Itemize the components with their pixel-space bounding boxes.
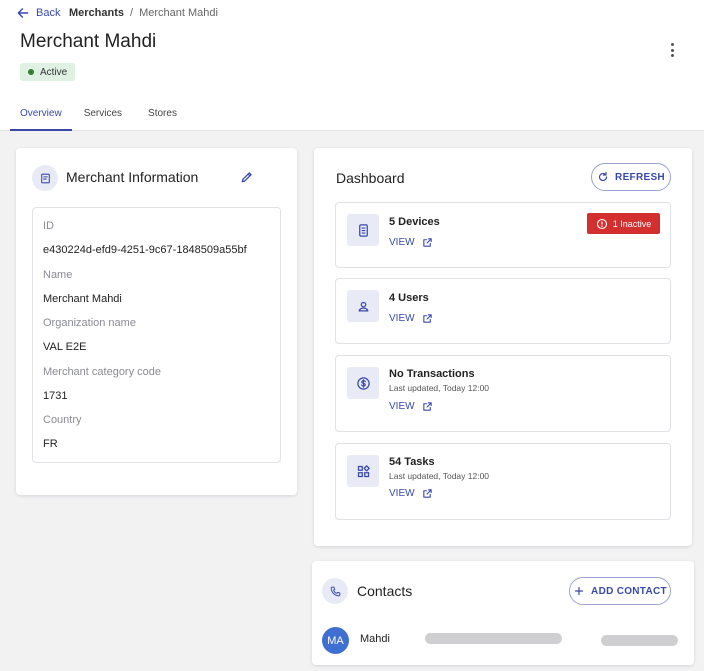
redacted-email bbox=[425, 633, 562, 644]
field-label-id: ID bbox=[43, 220, 54, 232]
status-badge: Active bbox=[20, 63, 76, 81]
field-value-name: Merchant Mahdi bbox=[43, 292, 122, 305]
tasks-item: 54 Tasks Last updated, Today 12:00 VIEW bbox=[335, 443, 671, 520]
tab-stores[interactable]: Stores bbox=[138, 98, 187, 131]
devices-count: 5 Devices bbox=[389, 216, 440, 228]
field-value-category-code: 1731 bbox=[43, 389, 68, 402]
arrow-left-icon bbox=[17, 8, 29, 18]
contacts-card: Contacts ADD CONTACT MA Mahdi bbox=[312, 561, 694, 665]
refresh-label: REFRESH bbox=[615, 171, 665, 183]
merchant-fields: ID e430224d-efd9-4251-9c67-1848509a55bf … bbox=[32, 207, 281, 463]
phone-icon bbox=[322, 578, 348, 604]
inactive-badge: 1 Inactive bbox=[587, 213, 660, 234]
users-item: 4 Users VIEW bbox=[335, 278, 671, 344]
edit-pencil-icon[interactable] bbox=[240, 170, 254, 184]
add-contact-button[interactable]: ADD CONTACT bbox=[569, 577, 671, 605]
contact-name: Mahdi bbox=[360, 633, 390, 645]
field-value-organization: VAL E2E bbox=[43, 341, 87, 353]
add-contact-label: ADD CONTACT bbox=[591, 585, 667, 597]
tasks-icon bbox=[347, 455, 379, 487]
dollar-icon bbox=[347, 367, 379, 399]
tab-overview[interactable]: Overview bbox=[10, 98, 72, 131]
avatar: MA bbox=[322, 627, 349, 654]
dashboard-card: Dashboard REFRESH 5 Devices VIEW 1 Inact… bbox=[314, 148, 692, 546]
external-link-icon bbox=[422, 314, 432, 323]
field-value-id: e430224d-efd9-4251-9c67-1848509a55bf bbox=[43, 244, 247, 256]
user-icon bbox=[347, 290, 379, 322]
device-icon bbox=[347, 214, 379, 246]
breadcrumb-separator: / bbox=[130, 7, 134, 19]
plus-icon bbox=[574, 586, 584, 596]
redacted-phone bbox=[601, 635, 678, 646]
transactions-updated: Last updated, Today 12:00 bbox=[389, 383, 490, 393]
users-count: 4 Users bbox=[389, 292, 429, 304]
field-label-country: Country bbox=[43, 414, 82, 426]
more-options-icon[interactable] bbox=[664, 42, 680, 58]
tab-services[interactable]: Services bbox=[74, 98, 132, 131]
inactive-label: 1 Inactive bbox=[612, 218, 652, 229]
transactions-status: No Transactions bbox=[389, 368, 475, 380]
alert-circle-icon bbox=[596, 218, 607, 229]
field-label-category-code: Merchant category code bbox=[43, 365, 162, 378]
view-label: VIEW bbox=[389, 401, 415, 412]
merchant-information-card: Merchant Information ID e430224d-efd9-42… bbox=[16, 148, 297, 495]
document-icon bbox=[32, 165, 58, 191]
breadcrumb: Merchants / Merchant Mahdi bbox=[69, 7, 218, 19]
transactions-item: No Transactions Last updated, Today 12:0… bbox=[335, 355, 671, 432]
transactions-view-link[interactable]: VIEW bbox=[389, 401, 433, 412]
field-label-organization: Organization name bbox=[43, 317, 136, 329]
external-link-icon bbox=[422, 402, 432, 411]
view-label: VIEW bbox=[389, 488, 415, 499]
refresh-icon bbox=[599, 171, 608, 182]
users-view-link[interactable]: VIEW bbox=[389, 313, 433, 324]
contacts-title: Contacts bbox=[357, 583, 413, 599]
devices-item: 5 Devices VIEW 1 Inactive bbox=[335, 202, 671, 268]
tasks-view-link[interactable]: VIEW bbox=[389, 488, 433, 499]
refresh-button[interactable]: REFRESH bbox=[591, 163, 671, 191]
external-link-icon bbox=[422, 489, 432, 498]
breadcrumb-merchants[interactable]: Merchants bbox=[69, 7, 124, 19]
dashboard-title: Dashboard bbox=[336, 170, 405, 186]
merchant-information-title: Merchant Information bbox=[66, 169, 199, 185]
page-title: Merchant Mahdi bbox=[20, 31, 157, 52]
field-label-name: Name bbox=[43, 268, 73, 281]
tasks-count: 54 Tasks bbox=[389, 456, 435, 468]
field-value-country: FR bbox=[43, 438, 58, 450]
status-label: Active bbox=[40, 66, 68, 78]
back-button[interactable]: Back bbox=[16, 6, 60, 20]
breadcrumb-current: Merchant Mahdi bbox=[139, 7, 218, 19]
external-link-icon bbox=[422, 238, 432, 247]
tab-bar: Overview Services Stores bbox=[10, 98, 187, 131]
status-dot-icon bbox=[28, 69, 34, 75]
devices-view-link[interactable]: VIEW bbox=[389, 237, 433, 248]
view-label: VIEW bbox=[389, 313, 415, 324]
tasks-updated: Last updated, Today 12:00 bbox=[389, 471, 490, 481]
view-label: VIEW bbox=[389, 237, 415, 248]
page-header: Back Merchants / Merchant Mahdi Merchant… bbox=[0, 0, 704, 131]
back-label: Back bbox=[36, 7, 61, 19]
